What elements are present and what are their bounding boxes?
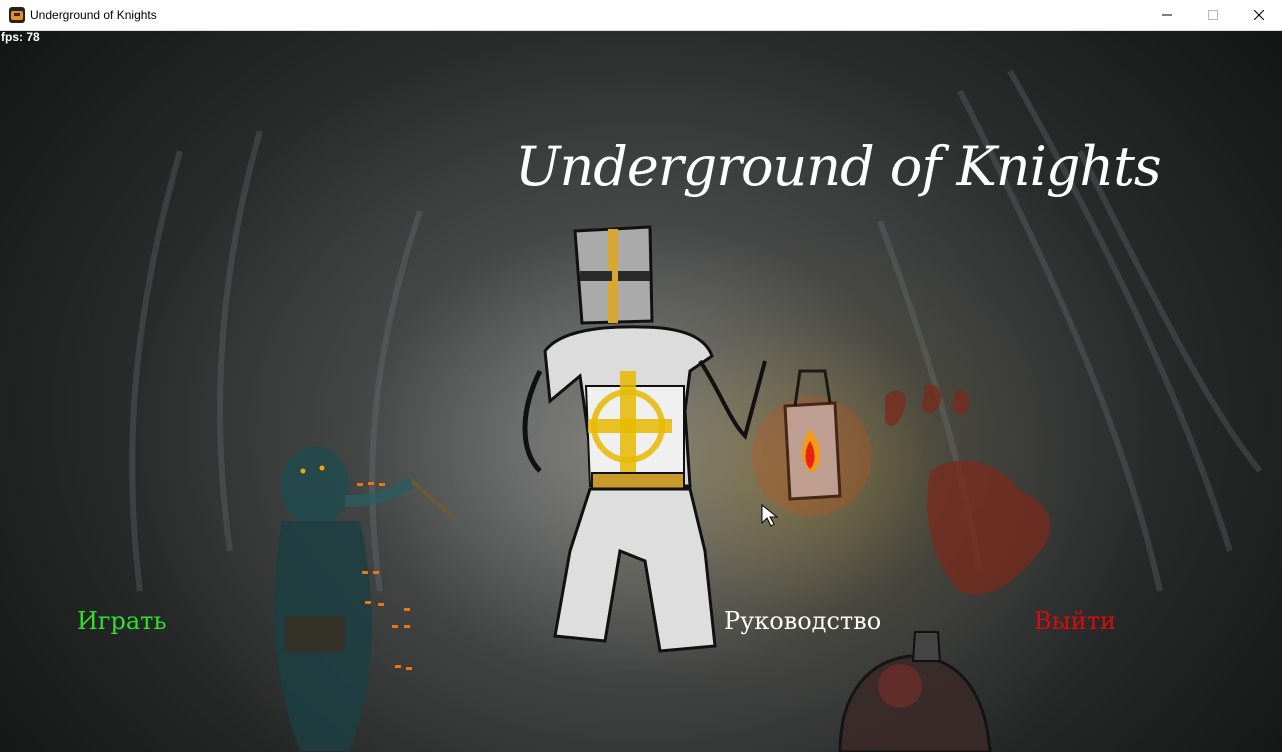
close-icon <box>1254 10 1264 20</box>
mouse-cursor-icon <box>761 503 779 527</box>
minimize-icon <box>1162 14 1172 16</box>
close-button[interactable] <box>1236 0 1282 31</box>
game-title: Underground of Knights <box>515 135 1162 198</box>
knight-figure <box>522 225 767 653</box>
maximize-button[interactable] <box>1190 0 1236 31</box>
fps-counter: fps: 78 <box>1 31 40 44</box>
exit-button[interactable]: Выйти <box>1034 607 1116 635</box>
game-viewport[interactable]: fps: 78 Underground of Knights Играть Ру… <box>0 31 1282 752</box>
blood-splatter <box>885 384 1051 595</box>
guide-button[interactable]: Руководство <box>724 607 881 635</box>
goblin-figure <box>274 446 457 751</box>
window-title: Underground of Knights <box>30 8 157 22</box>
window-titlebar[interactable]: Underground of Knights <box>0 0 1282 31</box>
lantern <box>752 369 872 516</box>
play-button[interactable]: Играть <box>77 607 167 635</box>
helmet-figure <box>838 631 992 752</box>
minimize-button[interactable] <box>1144 0 1190 31</box>
game-icon <box>9 7 25 23</box>
maximize-icon <box>1208 10 1218 20</box>
